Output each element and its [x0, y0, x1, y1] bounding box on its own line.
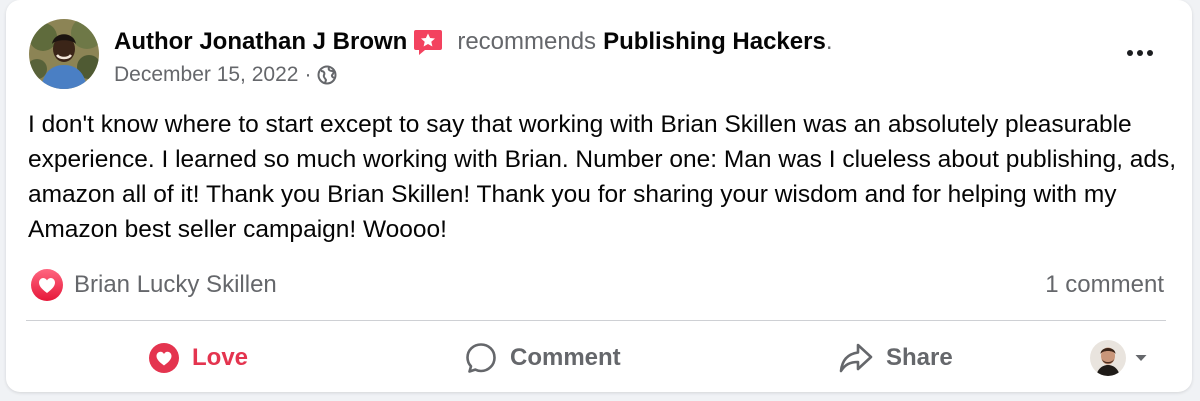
post-header: Author Jonathan J Brown recommends Publi… [114, 25, 832, 59]
love-label: Love [192, 344, 249, 371]
post-date[interactable]: December 15, 2022 [114, 63, 298, 87]
react-as-selector[interactable] [1090, 338, 1148, 378]
page-name-link[interactable]: Publishing Hackers [603, 28, 826, 56]
recommendation-post-card: Author Jonathan J Brown recommends Publi… [6, 0, 1192, 392]
actions-divider [26, 320, 1166, 321]
chevron-down-icon [1134, 353, 1148, 363]
post-meta: December 15, 2022 · [114, 62, 337, 88]
love-button[interactable]: Love [148, 337, 248, 379]
love-reaction-icon [30, 268, 64, 302]
author-name[interactable]: Author Jonathan J Brown [114, 28, 407, 56]
comments-count-link[interactable]: 1 comment [1045, 268, 1164, 302]
comment-button[interactable]: Comment [464, 337, 621, 379]
trailing-period: . [825, 28, 833, 55]
post-body: I don't know where to start except to sa… [28, 111, 1177, 243]
author-avatar[interactable] [29, 19, 99, 89]
share-button[interactable]: Share [838, 337, 953, 379]
reactions-summary[interactable]: Brian Lucky Skillen [30, 268, 277, 302]
recommends-label: recommends [457, 28, 597, 55]
more-options-icon[interactable] [1118, 38, 1162, 68]
share-icon [838, 341, 874, 375]
love-icon [148, 342, 180, 374]
comment-label: Comment [510, 344, 621, 371]
globe-icon[interactable] [317, 65, 337, 85]
meta-separator: · [304, 63, 312, 86]
share-label: Share [886, 344, 953, 371]
recommend-badge-icon [413, 28, 443, 56]
viewer-avatar [1090, 340, 1126, 376]
reactor-names[interactable]: Brian Lucky Skillen [74, 271, 277, 299]
comment-icon [464, 341, 498, 375]
